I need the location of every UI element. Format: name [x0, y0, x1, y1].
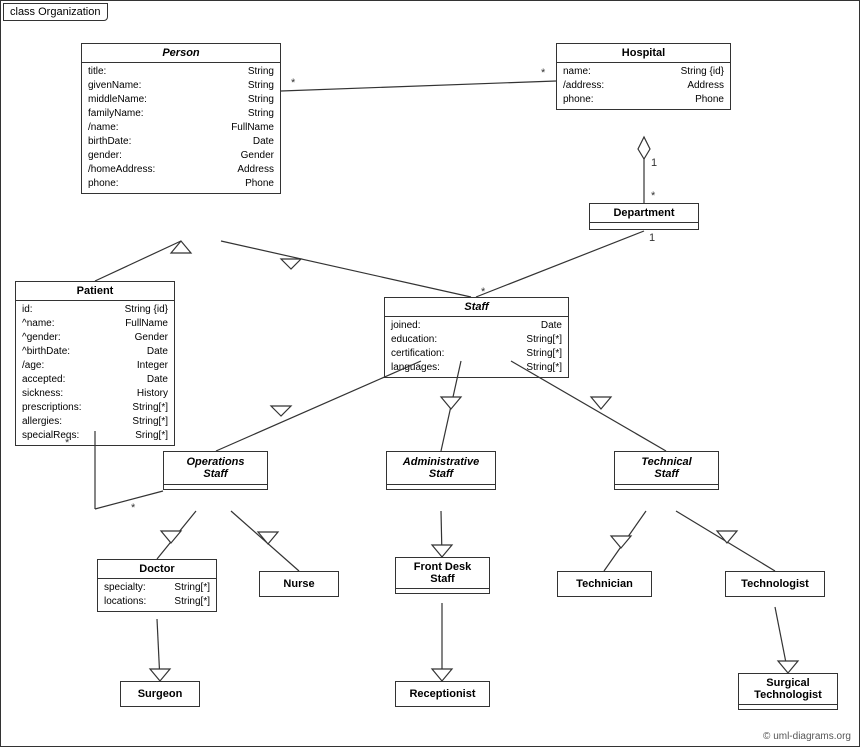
class-staff-name: Staff: [385, 298, 568, 317]
class-technical-staff-name: TechnicalStaff: [615, 452, 718, 485]
class-doctor-name: Doctor: [98, 560, 216, 579]
class-patient-name: Patient: [16, 282, 174, 301]
class-hospital-name: Hospital: [557, 44, 730, 63]
class-department: Department: [589, 203, 699, 230]
class-person-attrs: title:String givenName:String middleName…: [82, 63, 280, 193]
class-hospital-attrs: name:String {id} /address:Address phone:…: [557, 63, 730, 109]
class-technologist: Technologist: [725, 571, 825, 597]
class-staff: Staff joined:Date education:String[*] ce…: [384, 297, 569, 378]
svg-text:*: *: [541, 67, 546, 79]
class-front-desk-staff-name: Front DeskStaff: [396, 558, 489, 589]
class-person-name: Person: [82, 44, 280, 63]
class-front-desk-staff: Front DeskStaff: [395, 557, 490, 594]
svg-text:*: *: [131, 502, 136, 514]
class-front-desk-staff-attrs: [396, 589, 489, 593]
class-surgical-technologist-attrs: [739, 705, 837, 709]
svg-text:*: *: [291, 77, 296, 89]
class-operations-staff: OperationsStaff: [163, 451, 268, 490]
class-staff-attrs: joined:Date education:String[*] certific…: [385, 317, 568, 377]
class-administrative-staff-attrs: [387, 485, 495, 489]
class-patient-attrs: id:String {id} ^name:FullName ^gender:Ge…: [16, 301, 174, 445]
class-surgical-technologist-name: SurgicalTechnologist: [739, 674, 837, 705]
diagram-title: class Organization: [3, 3, 108, 21]
class-person: Person title:String givenName:String mid…: [81, 43, 281, 194]
class-operations-staff-name: OperationsStaff: [164, 452, 267, 485]
class-patient: Patient id:String {id} ^name:FullName ^g…: [15, 281, 175, 446]
class-administrative-staff: AdministrativeStaff: [386, 451, 496, 490]
class-receptionist: Receptionist: [395, 681, 490, 707]
diagram-container: class Organization Person title:String g…: [0, 0, 860, 747]
svg-text:1: 1: [651, 157, 657, 169]
class-administrative-staff-name: AdministrativeStaff: [387, 452, 495, 485]
class-surgeon: Surgeon: [120, 681, 200, 707]
class-department-attrs: [590, 223, 698, 229]
class-technical-staff: TechnicalStaff: [614, 451, 719, 490]
copyright: © uml-diagrams.org: [763, 731, 851, 742]
class-technician: Technician: [557, 571, 652, 597]
class-doctor-attrs: specialty:String[*] locations:String[*]: [98, 579, 216, 611]
class-department-name: Department: [590, 204, 698, 223]
class-hospital: Hospital name:String {id} /address:Addre…: [556, 43, 731, 110]
class-doctor: Doctor specialty:String[*] locations:Str…: [97, 559, 217, 612]
svg-text:1: 1: [649, 232, 655, 244]
svg-text:*: *: [651, 190, 656, 202]
class-surgical-technologist: SurgicalTechnologist: [738, 673, 838, 710]
class-nurse: Nurse: [259, 571, 339, 597]
class-operations-staff-attrs: [164, 485, 267, 489]
class-technical-staff-attrs: [615, 485, 718, 489]
